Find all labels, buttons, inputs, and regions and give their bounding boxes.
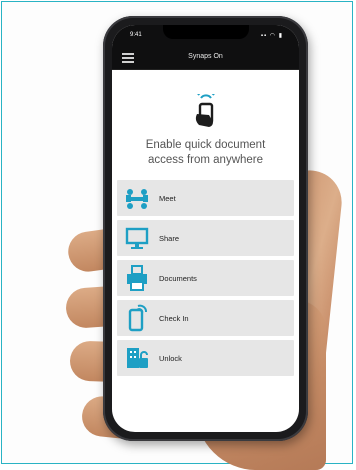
documents-button[interactable]: Documents: [117, 260, 294, 296]
meet-button[interactable]: Meet: [117, 180, 294, 216]
documents-label: Documents: [159, 273, 197, 283]
phone-device: 9:41 ▪▪ ◠ ▮ Synaps On Enable quick docum…: [103, 16, 308, 441]
status-icons: ▪▪ ◠ ▮: [260, 33, 283, 39]
share-button[interactable]: Share: [117, 220, 294, 256]
meeting-people-icon: [126, 189, 148, 209]
status-bar: 9:41 ▪▪ ◠ ▮: [112, 25, 299, 47]
app-title: Synaps On: [188, 53, 223, 60]
headline-line-1: Enable quick document: [145, 139, 266, 151]
share-label: Share: [159, 233, 180, 243]
check-in-button[interactable]: Check In: [117, 300, 294, 336]
phone-document-access-icon: [189, 90, 223, 128]
status-time: 9:41: [130, 32, 142, 38]
unlock-label: Unlock: [159, 353, 182, 363]
phone-screen: 9:41 ▪▪ ◠ ▮ Synaps On Enable quick docum…: [112, 25, 299, 432]
phone-notch: [162, 25, 249, 39]
headline: Enable quick document access from anywhe…: [112, 138, 299, 168]
meet-label: Meet: [159, 193, 176, 203]
phone-checkin-icon: [128, 304, 147, 332]
building-unlock-icon: [127, 348, 148, 368]
headline-line-2: access from anywhere: [147, 154, 264, 166]
document-printer-icon: [127, 265, 147, 291]
unlock-button[interactable]: Unlock: [117, 340, 294, 376]
monitor-screen-icon: [125, 227, 149, 249]
app-bar: Synaps On: [112, 47, 299, 70]
feature-list: Meet Share Documents Check In Unlock: [112, 180, 299, 376]
check-in-label: Check In: [159, 313, 189, 323]
